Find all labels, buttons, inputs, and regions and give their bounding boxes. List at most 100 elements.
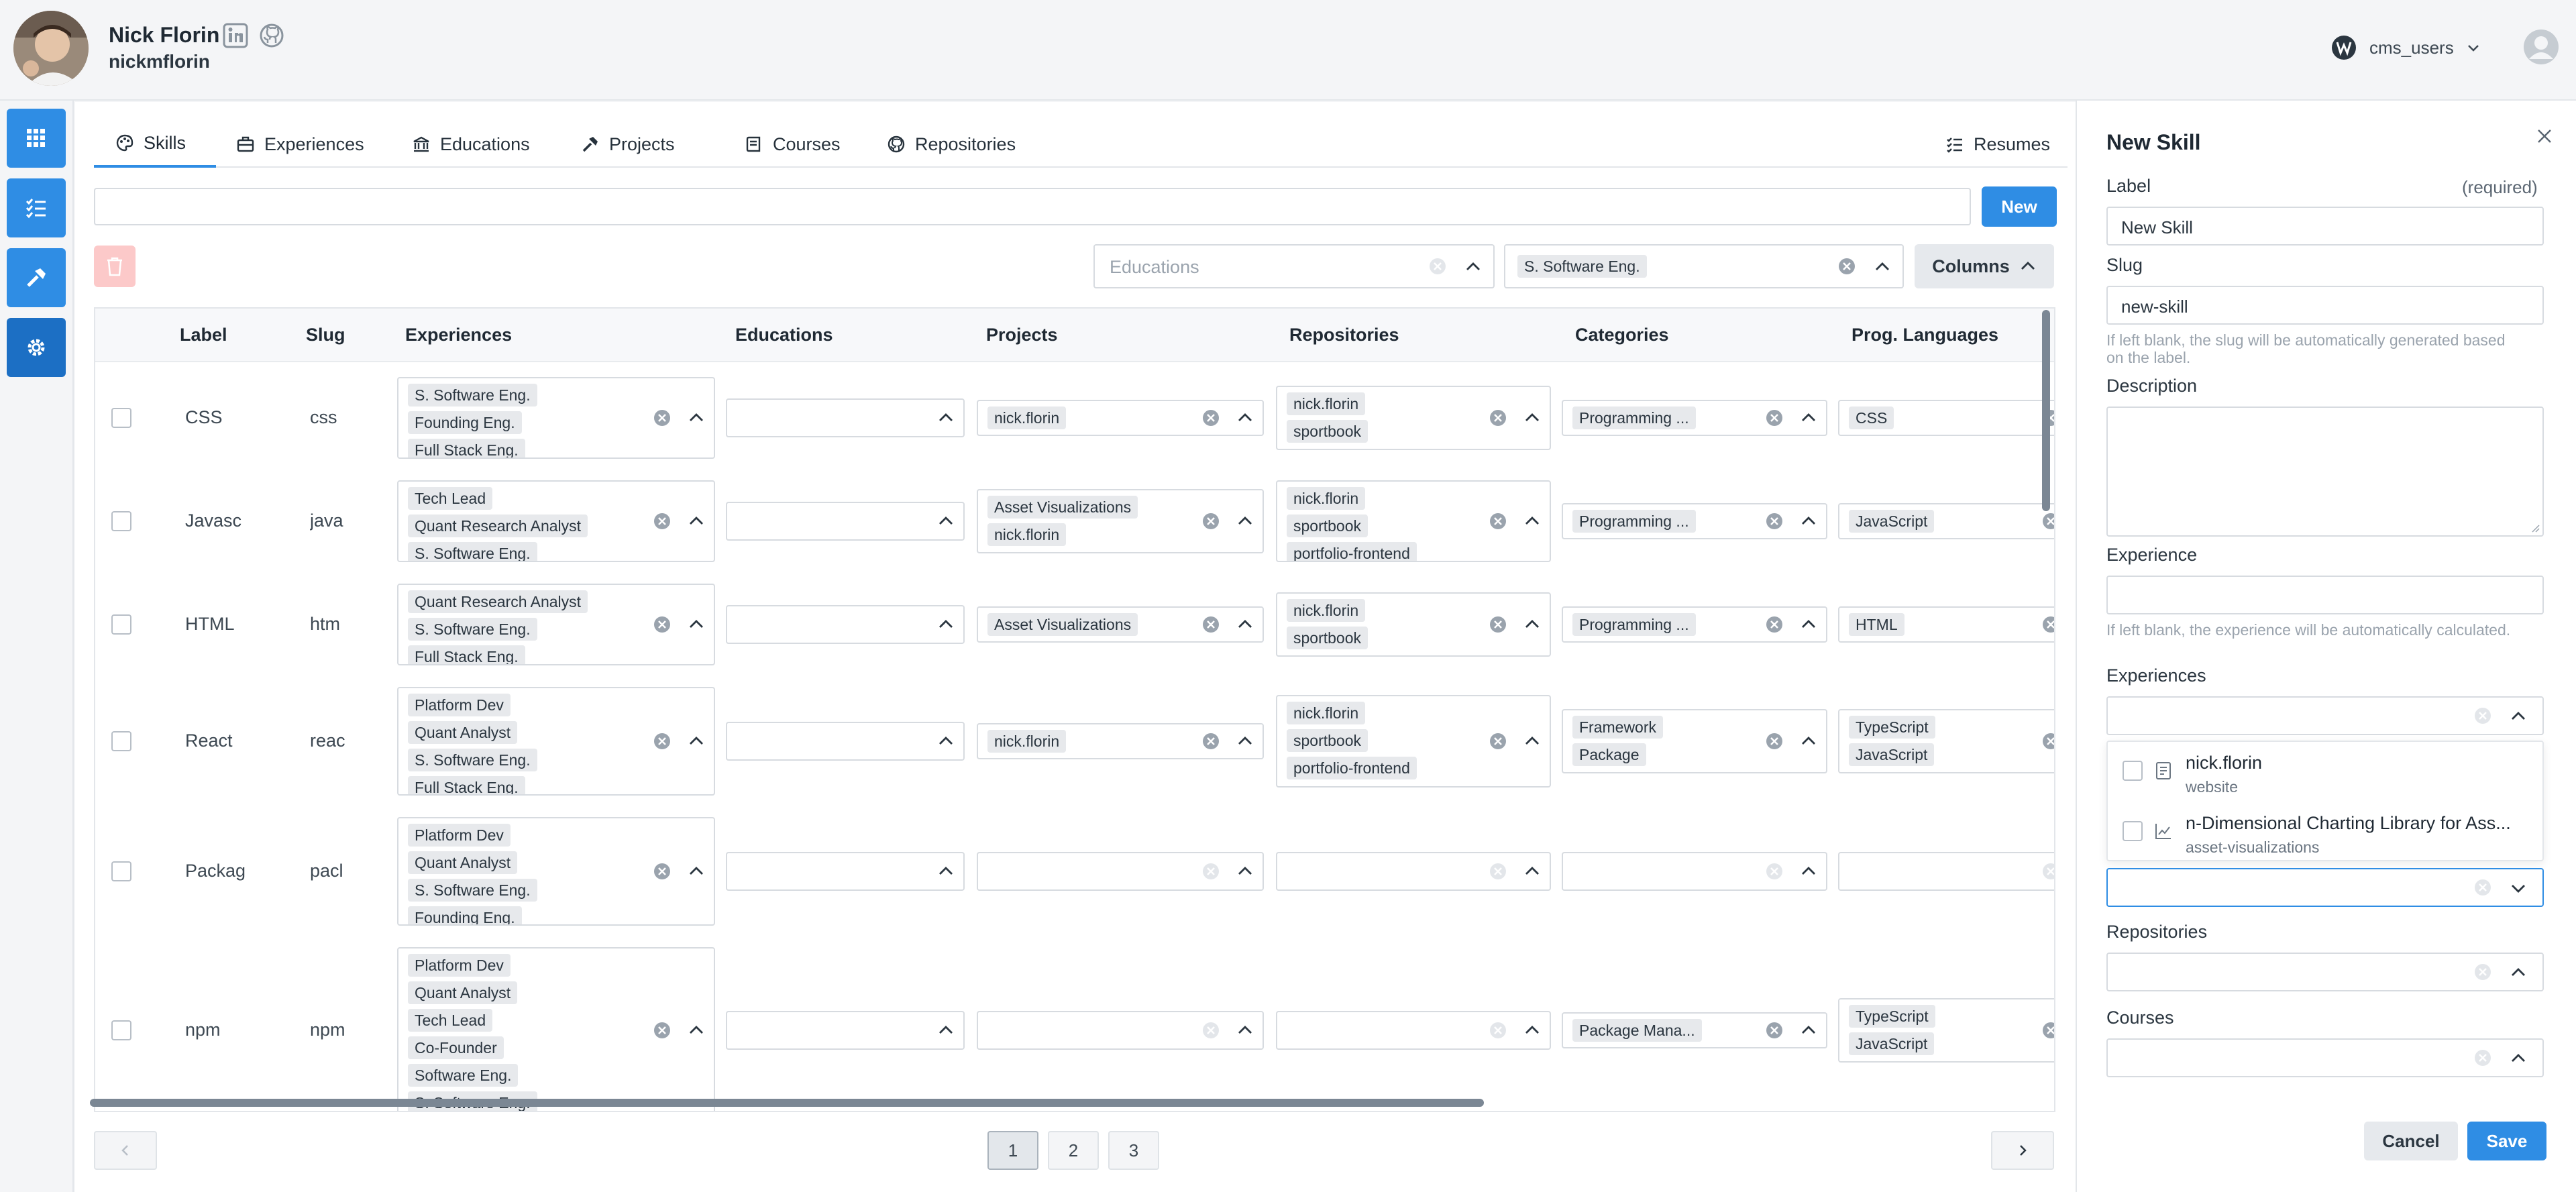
label-input[interactable]: New Skill xyxy=(2106,207,2544,246)
cell-repositories-select[interactable] xyxy=(1276,852,1551,891)
vertical-scrollbar[interactable] xyxy=(2042,310,2050,511)
clear-icon[interactable] xyxy=(1201,731,1221,751)
new-button[interactable]: New xyxy=(1982,186,2057,227)
description-textarea[interactable] xyxy=(2106,407,2544,537)
cell-languages-select[interactable]: CSS xyxy=(1838,400,2054,436)
cell-categories-select[interactable]: Programming ... xyxy=(1562,400,1827,436)
clear-icon[interactable] xyxy=(652,614,672,635)
cell-experiences-select[interactable]: Platform Dev Quant Analyst Tech Lead Co-Fou… xyxy=(397,947,715,1111)
tab-repositories[interactable]: Repositories xyxy=(887,121,1016,168)
chevron-up-icon[interactable] xyxy=(2509,963,2528,982)
tab-courses[interactable]: Courses xyxy=(745,121,841,168)
clear-icon[interactable] xyxy=(1764,1020,1784,1040)
resize-handle-icon[interactable] xyxy=(2530,523,2540,533)
page-button-2[interactable]: 2 xyxy=(1048,1131,1099,1170)
row-checkbox[interactable] xyxy=(111,614,131,635)
chevron-up-icon[interactable] xyxy=(1799,409,1818,427)
cell-repositories-select[interactable]: nick.florin sportbook xyxy=(1276,386,1551,450)
row-checkbox[interactable] xyxy=(111,408,131,428)
clear-icon[interactable] xyxy=(1201,861,1221,881)
cell-educations-select[interactable] xyxy=(726,852,965,891)
cell-educations-select[interactable] xyxy=(726,605,965,644)
workspace-selector[interactable]: cms_users xyxy=(2330,32,2481,63)
row-checkbox[interactable] xyxy=(111,1020,131,1040)
cell-educations-select[interactable] xyxy=(726,1011,965,1050)
cell-languages-select[interactable] xyxy=(1838,852,2054,891)
chevron-up-icon[interactable] xyxy=(687,1021,706,1040)
resumes-link[interactable]: Resumes xyxy=(1945,121,2050,168)
clear-icon[interactable] xyxy=(1488,511,1508,531)
cell-languages-select[interactable]: JavaScript xyxy=(1838,503,2054,539)
column-header-categories[interactable]: Categories xyxy=(1575,325,1669,345)
clear-icon[interactable] xyxy=(1201,1020,1221,1040)
github-icon[interactable] xyxy=(259,23,284,48)
courses-select[interactable] xyxy=(2106,1038,2544,1077)
table-row[interactable]: npm npm Platform Dev Quant Analyst Tech Lead… xyxy=(95,943,2054,1111)
cell-projects-select[interactable] xyxy=(977,1011,1264,1050)
chevron-up-icon[interactable] xyxy=(1236,512,1254,531)
chevron-up-icon[interactable] xyxy=(1523,732,1542,751)
table-row[interactable]: HTML htm Quant Research Analyst S. Software… xyxy=(95,580,2054,669)
clear-icon[interactable] xyxy=(1201,408,1221,428)
column-header-prog-languages[interactable]: Prog. Languages xyxy=(1851,325,1998,345)
cell-projects-select[interactable]: nick.florin xyxy=(977,723,1264,759)
educations-filter[interactable]: Educations xyxy=(1093,244,1495,288)
chevron-up-icon[interactable] xyxy=(687,732,706,751)
cell-repositories-select[interactable]: nick.florin sportbook portfolio-frontend xyxy=(1276,695,1551,788)
chevron-up-icon[interactable] xyxy=(936,1021,955,1040)
chevron-up-icon[interactable] xyxy=(1523,615,1542,634)
clear-icon[interactable] xyxy=(652,731,672,751)
chevron-up-icon[interactable] xyxy=(1236,1021,1254,1040)
user-avatar[interactable] xyxy=(13,11,89,86)
column-header-projects[interactable]: Projects xyxy=(986,325,1058,345)
rail-dashboard-button[interactable] xyxy=(7,109,66,168)
clear-icon[interactable] xyxy=(1488,614,1508,635)
chevron-up-icon[interactable] xyxy=(1799,512,1818,531)
chevron-up-icon[interactable] xyxy=(687,615,706,634)
clear-icon[interactable] xyxy=(652,861,672,881)
clear-icon[interactable] xyxy=(1428,256,1448,276)
experience-input[interactable] xyxy=(2106,576,2544,614)
cell-educations-select[interactable] xyxy=(726,502,965,541)
prev-page-button[interactable] xyxy=(94,1131,157,1170)
cell-projects-select[interactable]: nick.florin xyxy=(977,400,1264,436)
dropdown-option[interactable]: n-Dimensional Charting Library for Ass..… xyxy=(2108,802,2544,863)
cell-categories-select[interactable]: Package Mana... xyxy=(1562,1012,1827,1048)
table-row[interactable]: CSS css S. Software Eng. Founding Eng. Full … xyxy=(95,373,2054,463)
cell-categories-select[interactable] xyxy=(1562,852,1827,891)
table-row[interactable]: React reac Platform Dev Quant Analyst S. Sof… xyxy=(95,683,2054,800)
option-checkbox[interactable] xyxy=(2123,761,2143,781)
clear-icon[interactable] xyxy=(2041,614,2055,635)
clear-icon[interactable] xyxy=(1201,614,1221,635)
chevron-up-icon[interactable] xyxy=(1799,732,1818,751)
delete-button[interactable] xyxy=(94,246,136,287)
chevron-up-icon[interactable] xyxy=(1523,512,1542,531)
cell-languages-select[interactable]: HTML xyxy=(1838,606,2055,643)
clear-icon[interactable] xyxy=(2041,731,2055,751)
cell-experiences-select[interactable]: Platform Dev Quant Analyst S. Software Eng… xyxy=(397,817,715,926)
cell-educations-select[interactable] xyxy=(726,722,965,761)
chevron-down-icon[interactable] xyxy=(2509,879,2528,898)
chevron-up-icon[interactable] xyxy=(1799,1021,1818,1040)
cell-projects-select[interactable]: Asset Visualizations xyxy=(977,606,1264,643)
clear-icon[interactable] xyxy=(2473,877,2493,898)
chevron-up-icon[interactable] xyxy=(1236,862,1254,881)
chevron-up-icon[interactable] xyxy=(936,512,955,531)
chevron-up-icon[interactable] xyxy=(687,409,706,427)
cell-experiences-select[interactable]: S. Software Eng. Founding Eng. Full Stack … xyxy=(397,377,715,459)
chevron-up-icon[interactable] xyxy=(1236,732,1254,751)
next-page-button[interactable] xyxy=(1991,1131,2054,1170)
rail-settings-button[interactable] xyxy=(7,318,66,377)
chevron-up-icon[interactable] xyxy=(936,615,955,634)
chevron-up-icon[interactable] xyxy=(1464,258,1483,276)
column-header-slug[interactable]: Slug xyxy=(306,325,345,345)
cell-projects-select[interactable] xyxy=(977,852,1264,891)
clear-icon[interactable] xyxy=(652,1020,672,1040)
chevron-up-icon[interactable] xyxy=(2509,1049,2528,1068)
profile-icon[interactable] xyxy=(2522,28,2560,66)
cell-languages-select[interactable]: TypeScript JavaScript xyxy=(1838,998,2054,1063)
option-checkbox[interactable] xyxy=(2123,821,2143,841)
clear-icon[interactable] xyxy=(2473,962,2493,982)
clear-icon[interactable] xyxy=(1764,408,1784,428)
cell-experiences-select[interactable]: Platform Dev Quant Analyst S. Software Eng… xyxy=(397,687,715,796)
